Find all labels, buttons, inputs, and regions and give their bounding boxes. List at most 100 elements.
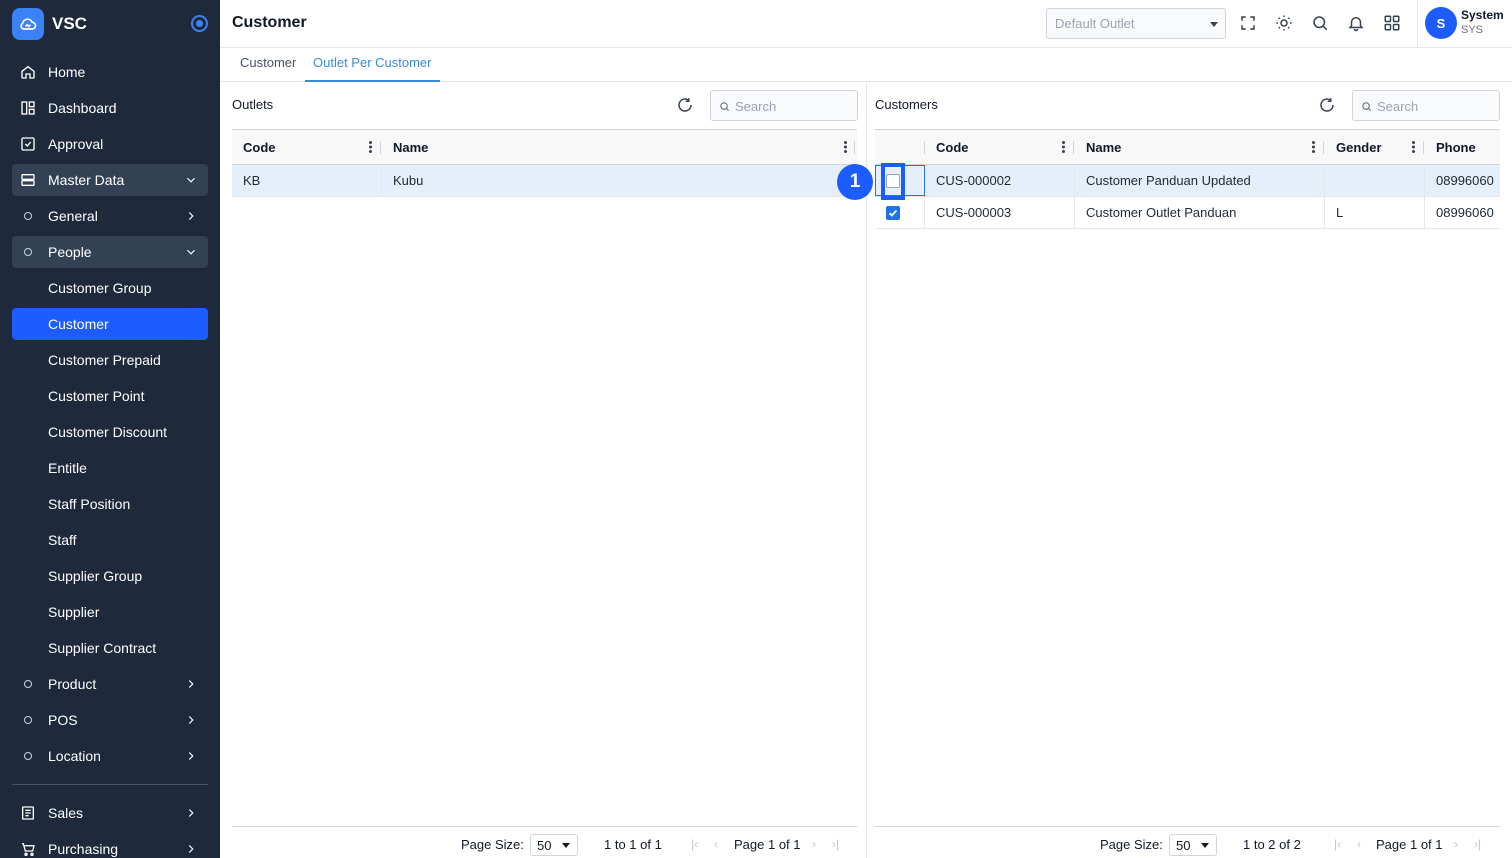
- column-header-code[interactable]: Code: [925, 130, 1075, 164]
- column-separator[interactable]: [1073, 141, 1074, 154]
- outlets-search-input[interactable]: Search: [710, 90, 858, 121]
- bell-icon[interactable]: [1346, 13, 1366, 33]
- circle-icon: [24, 212, 32, 220]
- grid-header: Code Name Gender Phone: [875, 130, 1500, 165]
- chevron-right-icon: [188, 752, 194, 760]
- sidebar: VSC Home Dashboard Approval Master Data …: [0, 0, 220, 858]
- column-header-name[interactable]: Name: [382, 130, 857, 164]
- column-separator[interactable]: [854, 141, 855, 154]
- sidebar-item-supplier-contract[interactable]: Supplier Contract: [12, 632, 208, 664]
- column-menu-icon[interactable]: [369, 141, 372, 153]
- chevron-right-icon: [188, 716, 194, 724]
- search-icon[interactable]: [1310, 13, 1330, 33]
- sidebar-item-sales[interactable]: Sales: [12, 797, 208, 829]
- cell-code: CUS-000002: [936, 173, 1012, 188]
- column-menu-icon[interactable]: [1312, 141, 1315, 153]
- first-page-icon[interactable]: |‹: [1334, 837, 1341, 851]
- table-row[interactable]: CUS-000003 Customer Outlet Panduan L 089…: [875, 197, 1500, 229]
- last-page-icon[interactable]: ›|: [1474, 837, 1481, 851]
- sidebar-item-customer-prepaid[interactable]: Customer Prepaid: [12, 344, 208, 376]
- sidebar-item-location[interactable]: Location: [12, 740, 208, 772]
- search-icon: [720, 102, 730, 112]
- sidebar-item-label: Customer Point: [48, 388, 145, 404]
- cell-name: Customer Outlet Panduan: [1086, 205, 1237, 220]
- page-indicator: Page 1 of 1: [1376, 837, 1443, 852]
- sidebar-item-supplier-group[interactable]: Supplier Group: [12, 560, 208, 592]
- sidebar-item-label: Supplier: [48, 604, 100, 620]
- refresh-icon[interactable]: [676, 96, 694, 114]
- circle-icon: [24, 248, 32, 256]
- chevron-right-icon: [188, 809, 194, 817]
- sidebar-item-people[interactable]: People: [12, 236, 208, 268]
- column-separator[interactable]: [380, 141, 381, 154]
- page-size-select[interactable]: 50: [530, 834, 578, 856]
- sidebar-item-customer[interactable]: Customer: [12, 308, 208, 340]
- sidebar-item-purchasing[interactable]: Purchasing: [12, 833, 208, 858]
- tab-outlet-per-customer[interactable]: Outlet Per Customer: [305, 55, 440, 82]
- chevron-down-icon: [187, 177, 195, 183]
- prev-page-icon[interactable]: ‹: [1357, 837, 1361, 851]
- sidebar-item-label: General: [48, 208, 98, 224]
- sidebar-item-customer-group[interactable]: Customer Group: [12, 272, 208, 304]
- sidebar-item-entitle[interactable]: Entitle: [12, 452, 208, 484]
- sidebar-item-label: Staff: [48, 532, 77, 548]
- first-page-icon[interactable]: |‹: [691, 837, 698, 851]
- search-placeholder: Search: [735, 99, 777, 114]
- sidebar-item-dashboard[interactable]: Dashboard: [12, 92, 208, 124]
- sidebar-item-label: Supplier Contract: [48, 640, 157, 656]
- home-icon: [20, 64, 36, 80]
- page-size-select[interactable]: 50: [1169, 834, 1217, 856]
- customers-grid: Code Name Gender Phone CUS-000002 Custom…: [875, 129, 1500, 826]
- sidebar-item-customer-discount[interactable]: Customer Discount: [12, 416, 208, 448]
- table-row[interactable]: CUS-000002 Customer Panduan Updated 0899…: [875, 165, 1500, 197]
- sidebar-item-product[interactable]: Product: [12, 668, 208, 700]
- customers-search-input[interactable]: Search: [1352, 90, 1500, 121]
- column-header-gender[interactable]: Gender: [1325, 130, 1425, 164]
- user-name: System: [1461, 8, 1504, 22]
- sidebar-item-pos[interactable]: POS: [12, 704, 208, 736]
- sidebar-item-master-data[interactable]: Master Data: [12, 164, 208, 196]
- column-header-name[interactable]: Name: [1075, 130, 1325, 164]
- sidebar-item-home[interactable]: Home: [12, 56, 208, 88]
- sidebar-item-label: Master Data: [48, 172, 125, 188]
- apps-grid-icon[interactable]: [1382, 13, 1402, 33]
- column-header-phone[interactable]: Phone: [1425, 130, 1500, 164]
- cell-code: CUS-000003: [936, 205, 1012, 220]
- cloud-logo-icon: [12, 8, 44, 40]
- prev-page-icon[interactable]: ‹: [714, 837, 718, 851]
- column-menu-icon[interactable]: [844, 141, 847, 153]
- cell-gender: L: [1336, 205, 1344, 220]
- panel-divider: [866, 82, 867, 858]
- next-page-icon[interactable]: ›: [1454, 837, 1458, 851]
- sidebar-item-approval[interactable]: Approval: [12, 128, 208, 160]
- table-row[interactable]: KB Kubu: [232, 165, 857, 197]
- next-page-icon[interactable]: ›: [812, 837, 816, 851]
- sidebar-item-label: POS: [48, 712, 78, 728]
- tab-bar: Customer Outlet Per Customer: [220, 48, 1512, 82]
- sidebar-item-general[interactable]: General: [12, 200, 208, 232]
- column-separator[interactable]: [1323, 141, 1324, 154]
- sidebar-item-staff-position[interactable]: Staff Position: [12, 488, 208, 520]
- column-menu-icon[interactable]: [1412, 141, 1415, 153]
- tab-customer[interactable]: Customer: [232, 55, 304, 82]
- column-header-code[interactable]: Code: [232, 130, 382, 164]
- column-separator[interactable]: [1423, 141, 1424, 154]
- sidebar-item-supplier[interactable]: Supplier: [12, 596, 208, 628]
- sidebar-item-customer-point[interactable]: Customer Point: [12, 380, 208, 412]
- sun-icon[interactable]: [1274, 13, 1294, 33]
- outlet-select-placeholder: Default Outlet: [1055, 16, 1135, 31]
- avatar[interactable]: S: [1425, 7, 1457, 39]
- fullscreen-icon[interactable]: [1238, 13, 1258, 33]
- outlet-select[interactable]: Default Outlet: [1046, 8, 1226, 39]
- sidebar-toggle-icon[interactable]: [191, 15, 208, 32]
- sidebar-item-staff[interactable]: Staff: [12, 524, 208, 556]
- last-page-icon[interactable]: ›|: [832, 837, 839, 851]
- refresh-icon[interactable]: [1318, 96, 1336, 114]
- brand: VSC: [12, 7, 208, 41]
- sidebar-item-label: Customer Group: [48, 280, 152, 296]
- chevron-right-icon: [188, 680, 194, 688]
- caret-down-icon: [1201, 843, 1209, 848]
- row-checkbox-checked[interactable]: [886, 206, 900, 220]
- outlets-pagination: Page Size: 50 1 to 1 of 1 |‹ ‹ Page 1 of…: [232, 826, 857, 858]
- column-menu-icon[interactable]: [1062, 141, 1065, 153]
